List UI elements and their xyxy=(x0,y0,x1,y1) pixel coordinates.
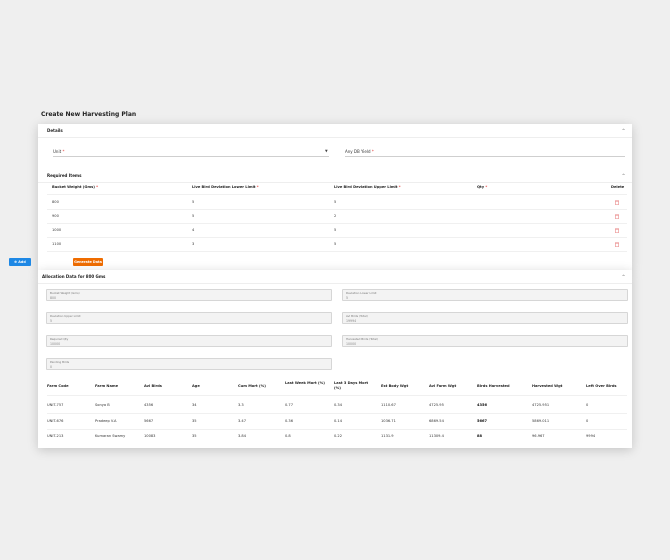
col-birds-harvested: Birds Harvested xyxy=(477,384,510,388)
col-farm-code: Farm Code xyxy=(47,384,69,388)
col-last-week-mort: Last Week Mort (%) xyxy=(285,381,325,385)
table-cell: 5869.011 xyxy=(532,419,550,423)
col-left-over-birds: Left Over Birds xyxy=(586,384,617,388)
table-cell: 0.34 xyxy=(334,403,343,407)
table-cell: Pradeep V.A xyxy=(95,419,117,423)
table-cell: 800 xyxy=(52,200,59,204)
table-cell: 11309.4 xyxy=(429,434,444,438)
required-items-section-header[interactable]: Required Items ^ xyxy=(38,169,632,183)
col-upper-limit: Live Bird Deviation Upper Limit * xyxy=(334,185,401,189)
avl-birds-total-field: Avl Birds (Total) 19994 xyxy=(342,312,628,324)
generate-data-button[interactable]: Generate Data xyxy=(73,258,103,266)
any-db-yield-input[interactable] xyxy=(345,156,625,157)
col-qty: Qty * xyxy=(477,185,488,189)
deviation-upper-field: Deviation Upper Limit 5 xyxy=(46,312,332,324)
table-cell[interactable]: 5 xyxy=(192,214,194,218)
table-cell: 0 xyxy=(586,419,589,423)
table-cell: 5667 xyxy=(144,419,154,423)
deviation-lower-field: Deviation Lower Limit 5 xyxy=(342,289,628,301)
required-items-title: Required Items xyxy=(47,173,82,178)
chevron-up-icon[interactable]: ^ xyxy=(621,274,626,279)
table-cell: 0.14 xyxy=(334,419,343,423)
col-cum-mort: Cum Mort (%) xyxy=(238,384,266,388)
table-cell: 10083 xyxy=(144,434,156,438)
table-cell: 3.84 xyxy=(238,434,247,438)
table-cell: 0.77 xyxy=(285,403,294,407)
table-cell[interactable]: 88 xyxy=(477,434,482,438)
table-cell[interactable]: 4356 xyxy=(477,403,487,407)
table-cell[interactable]: 5 xyxy=(192,200,194,204)
plan-form-card: Details ^ Unit * ▼ Any DB Yield * Requir… xyxy=(38,124,632,270)
table-cell: 1100 xyxy=(52,242,62,246)
col-age: Age xyxy=(192,384,200,388)
table-cell[interactable]: 5 xyxy=(334,228,336,232)
details-title: Details xyxy=(47,128,63,133)
add-button[interactable]: ⊕ Add xyxy=(9,258,31,266)
table-cell[interactable]: 3 xyxy=(192,242,194,246)
col-delete: Delete xyxy=(611,185,625,189)
table-cell: UNIT-213 xyxy=(47,434,64,438)
allocation-title: Allocation Data for 800 Gms xyxy=(42,274,106,279)
col-last-3-days-mort: Last 3 Days Mort (%) xyxy=(334,381,369,390)
table-cell: UNIT-757 xyxy=(47,403,64,407)
table-cell: 3.47 xyxy=(238,419,247,423)
table-cell: 34 xyxy=(192,403,197,407)
col-avl-farm-wgt: Avl Farm Wgt xyxy=(429,384,457,388)
table-cell: 0 xyxy=(586,403,589,407)
table-cell[interactable]: 5 xyxy=(334,200,336,204)
table-cell: 0.36 xyxy=(285,419,294,423)
trash-icon[interactable] xyxy=(615,200,619,205)
allocation-card: Allocation Data for 800 Gms ^ Bucket Wei… xyxy=(38,270,632,448)
table-cell: 1131.9 xyxy=(381,434,394,438)
table-cell[interactable]: 2 xyxy=(334,214,336,218)
table-cell: 0.8 xyxy=(285,434,291,438)
unit-select[interactable] xyxy=(53,156,329,157)
any-db-yield-label: Any DB Yield * xyxy=(345,149,374,154)
chevron-up-icon[interactable]: ^ xyxy=(621,173,626,178)
unit-label: Unit * xyxy=(53,149,65,154)
table-cell: 900 xyxy=(52,214,59,218)
allocation-section-header[interactable]: Allocation Data for 800 Gms ^ xyxy=(38,270,632,284)
table-cell: 35 xyxy=(192,419,197,423)
col-farm-name: Farm Name xyxy=(95,384,119,388)
col-bucket-weight: Bucket Weight (Gms) * xyxy=(52,185,99,189)
table-cell: 4725.95 xyxy=(429,403,444,407)
table-cell: 1000 xyxy=(52,228,62,232)
chevron-down-icon[interactable]: ▼ xyxy=(325,149,328,153)
col-est-body-wgt: Est Body Wgt xyxy=(381,384,409,388)
table-cell: Sonya B xyxy=(95,403,110,407)
required-qty-field: Required Qty 10000 xyxy=(46,335,332,347)
table-cell: 6869.54 xyxy=(429,419,444,423)
col-avl-birds: Avl Birds xyxy=(144,384,162,388)
bucket-weight-field: Bucket Weight (Gms) 800 xyxy=(46,289,332,301)
table-cell: 4725.951 xyxy=(532,403,550,407)
table-cell: 4356 xyxy=(144,403,154,407)
trash-icon[interactable] xyxy=(615,214,619,219)
table-cell: Kumaran Swamy xyxy=(95,434,126,438)
page-title: Create New Harvesting Plan xyxy=(41,111,137,118)
table-cell: 1036.71 xyxy=(381,419,396,423)
table-cell: 3.3 xyxy=(238,403,244,407)
table-cell[interactable]: 4 xyxy=(192,228,194,232)
trash-icon[interactable] xyxy=(615,242,619,247)
table-cell: 35 xyxy=(192,434,197,438)
col-harvested-wgt: Harvested Wgt xyxy=(532,384,563,388)
table-cell[interactable]: 5 xyxy=(334,242,336,246)
pending-birds-field: Pending Birds 0 xyxy=(46,358,332,370)
col-lower-limit: Live Bird Deviation Lower Limit * xyxy=(192,185,259,189)
details-section-header[interactable]: Details ^ xyxy=(38,124,632,138)
table-cell: UNIT-676 xyxy=(47,419,64,423)
table-cell: 9994 xyxy=(586,434,596,438)
table-cell: 96.967 xyxy=(532,434,545,438)
harvested-birds-total-field: Harvested Birds (Total) 10000 xyxy=(342,335,628,347)
trash-icon[interactable] xyxy=(615,228,619,233)
table-cell[interactable]: 5667 xyxy=(477,419,487,423)
chevron-up-icon[interactable]: ^ xyxy=(621,128,626,133)
table-cell: 0.22 xyxy=(334,434,343,438)
table-cell: 1110.67 xyxy=(381,403,396,407)
